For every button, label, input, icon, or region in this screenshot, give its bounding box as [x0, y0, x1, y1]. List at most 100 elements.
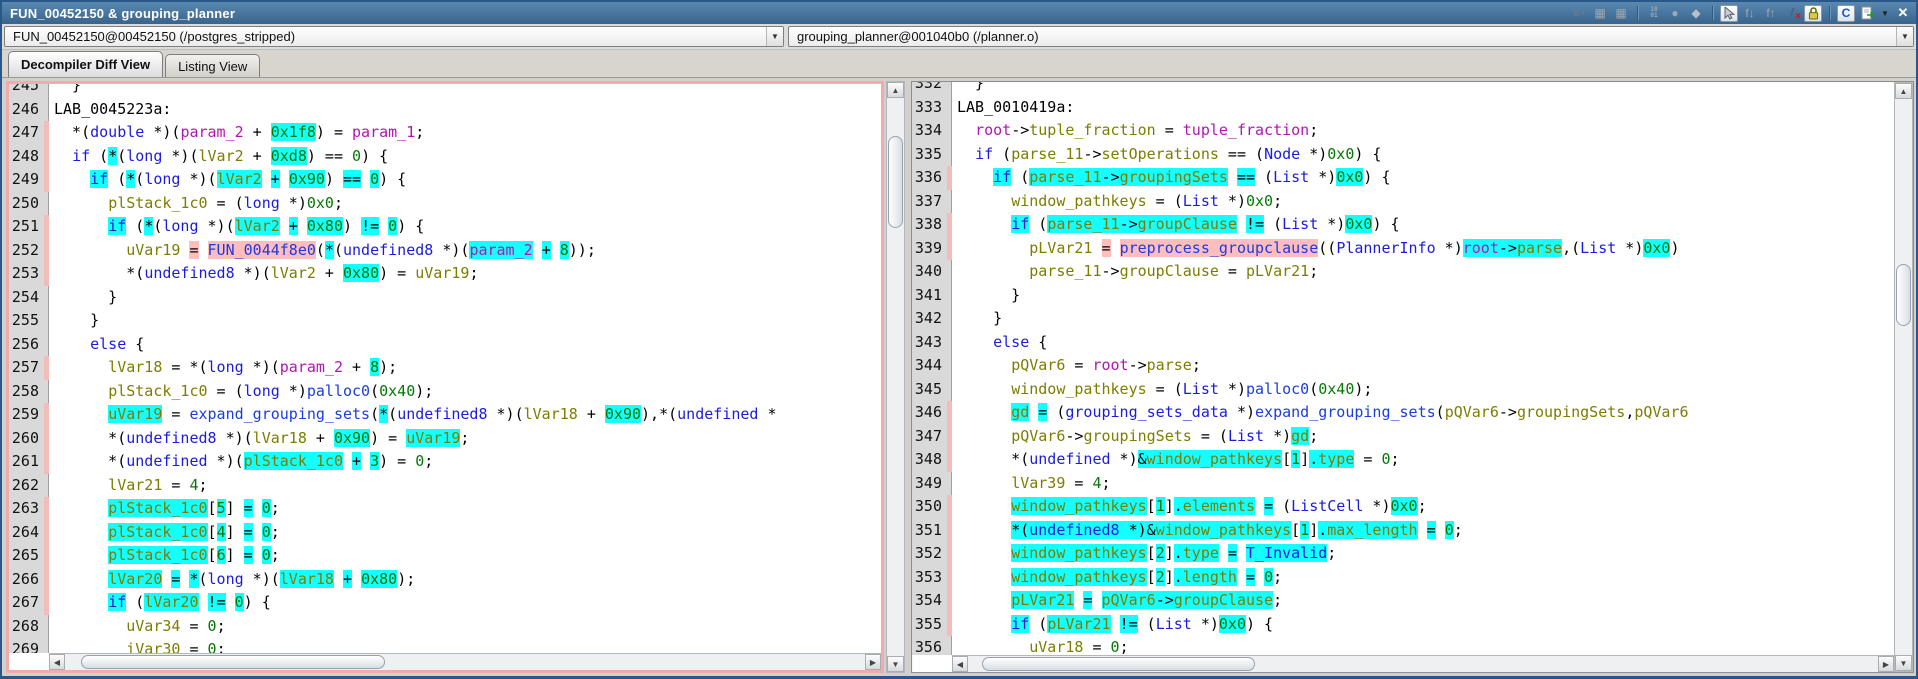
- code-text[interactable]: if (*(long *)(lVar2 + 0x80) != 0) {: [49, 215, 881, 239]
- close-icon[interactable]: ✕: [1894, 5, 1912, 22]
- code-text[interactable]: plStack_1c0 = (long *)palloc0(0x40);: [49, 380, 881, 404]
- dropdown-arrow-icon[interactable]: ▼: [1879, 5, 1891, 22]
- code-text[interactable]: lVar18 = *(long *)(param_2 + 8);: [49, 356, 881, 380]
- right-decompiler-panel: 332 }333LAB_0010419a:334 root->tuple_fra…: [911, 81, 1914, 673]
- left-vertical-scrollbar[interactable]: ▲ ▼: [886, 81, 905, 673]
- code-text[interactable]: lVar39 = 4;: [952, 472, 1894, 496]
- code-text[interactable]: if (parse_11->groupingSets == (List *)0x…: [952, 166, 1894, 190]
- code-text[interactable]: if (lVar20 != 0) {: [49, 591, 881, 615]
- v-scroll-thumb[interactable]: [1896, 264, 1911, 326]
- scroll-left-icon[interactable]: ◀: [49, 654, 65, 670]
- window-title: FUN_00452150 & grouping_planner: [10, 6, 235, 21]
- right-vertical-scrollbar[interactable]: ▲ ▼: [1894, 82, 1913, 672]
- right-code-area[interactable]: 332 }333LAB_0010419a:334 root->tuple_fra…: [912, 82, 1894, 655]
- code-text[interactable]: }: [952, 82, 1894, 96]
- code-text[interactable]: else {: [49, 333, 881, 357]
- code-text[interactable]: }: [952, 284, 1894, 308]
- code-text[interactable]: *(undefined8 *)&window_pathkeys[1].max_l…: [952, 519, 1894, 543]
- code-text[interactable]: if (pLVar21 != (List *)0x0) {: [952, 613, 1894, 637]
- line-number: 340: [912, 260, 947, 284]
- code-line: 263 plStack_1c0[5] = 0;: [9, 497, 881, 521]
- left-function-selector[interactable]: FUN_00452150@00452150 (/postgres_strippe…: [4, 26, 784, 47]
- code-line: 266 lVar20 = *(long *)(lVar18 + 0x80);: [9, 568, 881, 592]
- code-text[interactable]: window_pathkeys = (List *)palloc0(0x40);: [952, 378, 1894, 402]
- code-text[interactable]: window_pathkeys = (List *)0x0;: [952, 190, 1894, 214]
- code-text[interactable]: if (parse_11->setOperations == (Node *)0…: [952, 143, 1894, 167]
- h-scroll-thumb[interactable]: [982, 657, 1255, 671]
- code-text[interactable]: pQVar6->groupingSets = (List *)gd;: [952, 425, 1894, 449]
- code-text[interactable]: }: [49, 286, 881, 310]
- code-text[interactable]: window_pathkeys[2].type = T_Invalid;: [952, 542, 1894, 566]
- code-text[interactable]: *(undefined *)&window_pathkeys[1].type =…: [952, 448, 1894, 472]
- code-text[interactable]: window_pathkeys[1].elements = (ListCell …: [952, 495, 1894, 519]
- line-number: 263: [9, 497, 44, 521]
- code-text[interactable]: plStack_1c0[4] = 0;: [49, 521, 881, 545]
- prev-function-icon[interactable]: f↑: [1762, 5, 1780, 22]
- scroll-right-icon[interactable]: ▶: [865, 654, 881, 670]
- code-text[interactable]: parse_11->groupClause = pLVar21;: [952, 260, 1894, 284]
- code-text[interactable]: }: [49, 84, 881, 98]
- code-text[interactable]: plStack_1c0 = (long *)0x0;: [49, 192, 881, 216]
- code-text[interactable]: plStack_1c0[6] = 0;: [49, 544, 881, 568]
- code-text[interactable]: }: [952, 307, 1894, 331]
- code-text[interactable]: uVar34 = 0;: [49, 615, 881, 639]
- code-text[interactable]: pLVar21 = pQVar6->groupClause;: [952, 589, 1894, 613]
- code-line: 246LAB_0045223a:: [9, 98, 881, 122]
- scroll-left-icon[interactable]: ◀: [952, 656, 968, 672]
- left-horizontal-scrollbar[interactable]: ◀ ▶: [49, 653, 881, 670]
- code-text[interactable]: LAB_0010419a:: [952, 96, 1894, 120]
- code-text[interactable]: *(undefined8 *)(lVar2 + 0x80) = uVar19;: [49, 262, 881, 286]
- code-text[interactable]: window_pathkeys[2].length = 0;: [952, 566, 1894, 590]
- code-line: 251 if (*(long *)(lVar2 + 0x80) != 0) {: [9, 215, 881, 239]
- apply-markup-down-icon[interactable]: ▦: [1591, 5, 1609, 22]
- next-function-icon[interactable]: f↓: [1741, 5, 1759, 22]
- code-line: 353 window_pathkeys[2].length = 0;: [912, 566, 1894, 590]
- code-text[interactable]: if (*(long *)(lVar2 + 0x90) == 0) {: [49, 168, 881, 192]
- scroll-up-icon[interactable]: ▲: [887, 82, 904, 98]
- chevron-down-icon[interactable]: ▼: [766, 27, 783, 46]
- code-line: 343 else {: [912, 331, 1894, 355]
- code-text[interactable]: root->tuple_fraction = tuple_fraction;: [952, 119, 1894, 143]
- scroll-down-icon[interactable]: ▼: [887, 656, 904, 672]
- code-text[interactable]: *(undefined *)(plStack_1c0 + 3) = 0;: [49, 450, 881, 474]
- v-scroll-thumb[interactable]: [888, 136, 903, 228]
- code-text[interactable]: if (*(long *)(lVar2 + 0xd8) == 0) {: [49, 145, 881, 169]
- h-scroll-thumb[interactable]: [81, 655, 385, 669]
- chevron-down-icon[interactable]: ▼: [1896, 27, 1913, 46]
- right-horizontal-scrollbar[interactable]: ◀ ▶: [952, 655, 1894, 672]
- remove-function-icon[interactable]: f×: [1783, 5, 1801, 22]
- code-text[interactable]: LAB_0045223a:: [49, 98, 881, 122]
- cursor-arrow-icon[interactable]: [1720, 5, 1738, 22]
- code-text[interactable]: pLVar21 = preprocess_groupclause((Planne…: [952, 237, 1894, 261]
- code-text[interactable]: *(undefined8 *)(lVar18 + 0x90) = uVar19;: [49, 427, 881, 451]
- scroll-right-icon[interactable]: ▶: [1878, 656, 1894, 672]
- code-text[interactable]: uVar19 = expand_grouping_sets(*(undefine…: [49, 403, 881, 427]
- scroll-down-icon[interactable]: ▼: [1895, 655, 1912, 671]
- view-options-menu-icon[interactable]: ≡▾: [1570, 5, 1588, 22]
- code-text[interactable]: if (parse_11->groupClause != (List *)0x0…: [952, 213, 1894, 237]
- code-text[interactable]: uVar18 = 0;: [952, 636, 1894, 655]
- dot-filled-icon[interactable]: ●: [1666, 5, 1684, 22]
- right-function-selector[interactable]: grouping_planner@001040b0 (/planner.o) ▼: [788, 26, 1914, 47]
- c-source-icon[interactable]: C: [1837, 5, 1855, 22]
- export-document-icon[interactable]: [1858, 5, 1876, 22]
- code-text[interactable]: lVar21 = 4;: [49, 474, 881, 498]
- code-text[interactable]: lVar20 = *(long *)(lVar18 + 0x80);: [49, 568, 881, 592]
- code-text[interactable]: plStack_1c0[5] = 0;: [49, 497, 881, 521]
- code-text[interactable]: *(double *)(param_2 + 0x1f8) = param_1;: [49, 121, 881, 145]
- tab-decompiler-diff-view[interactable]: Decompiler Diff View: [8, 51, 163, 77]
- code-text[interactable]: uVar19 = FUN_0044f8e0(*(undefined8 *)(pa…: [49, 239, 881, 263]
- left-code-area[interactable]: 245 }246LAB_0045223a:247 *(double *)(par…: [9, 84, 881, 653]
- code-text[interactable]: gd = (grouping_sets_data *)expand_groupi…: [952, 401, 1894, 425]
- code-text[interactable]: iVar30 = 0;: [49, 638, 881, 653]
- apply-markup-up-icon[interactable]: ▦: [1612, 5, 1630, 22]
- code-text[interactable]: else {: [952, 331, 1894, 355]
- code-text[interactable]: }: [49, 309, 881, 333]
- binary-listing-icon[interactable]: 10 01: [1645, 5, 1663, 22]
- tab-listing-view[interactable]: Listing View: [165, 54, 260, 77]
- scroll-up-icon[interactable]: ▲: [1895, 83, 1912, 99]
- lock-scroll-icon[interactable]: [1804, 5, 1822, 22]
- diamond-icon[interactable]: ◆: [1687, 5, 1705, 22]
- code-line: 348 *(undefined *)&window_pathkeys[1].ty…: [912, 448, 1894, 472]
- code-text[interactable]: pQVar6 = root->parse;: [952, 354, 1894, 378]
